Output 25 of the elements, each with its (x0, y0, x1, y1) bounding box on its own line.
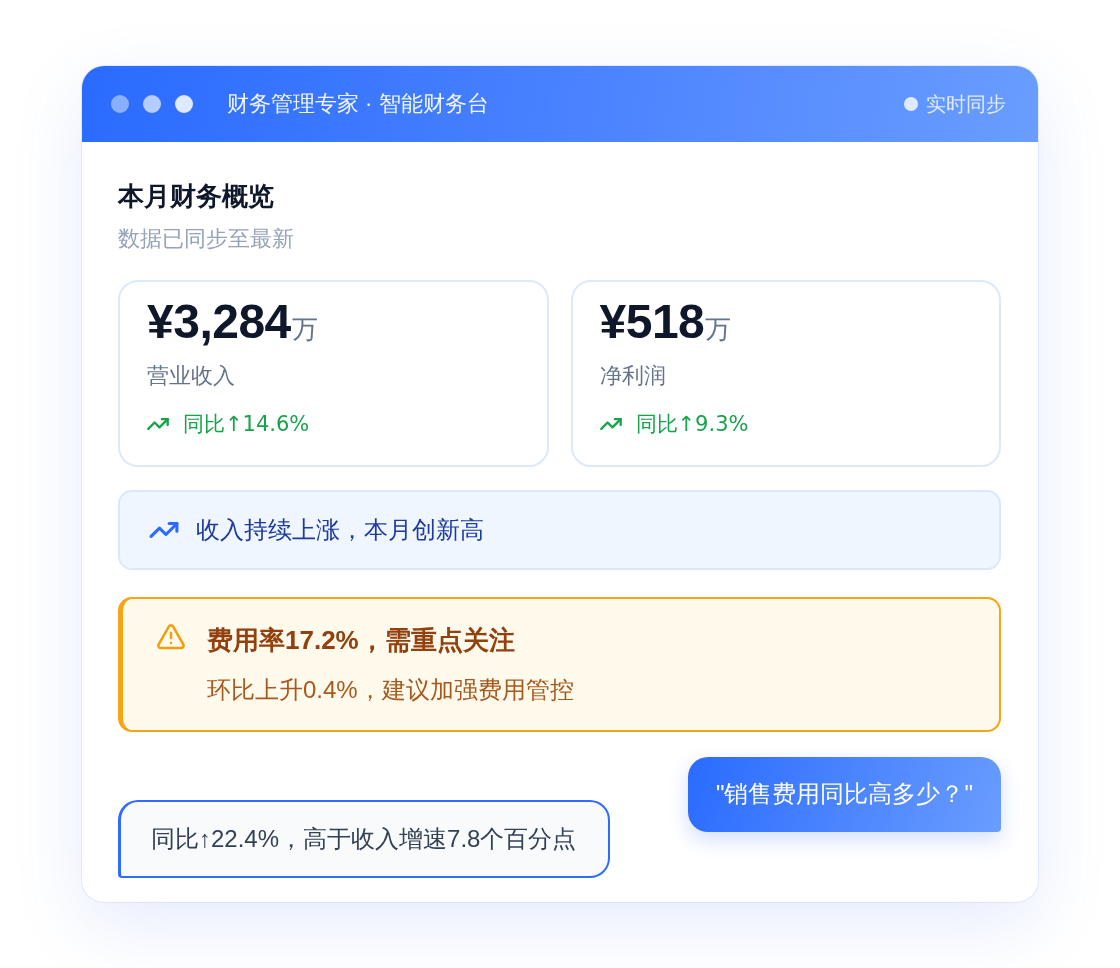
window-dot-icon (175, 95, 193, 113)
sync-status-label: 实时同步 (926, 92, 1006, 117)
trend-up-icon (149, 522, 179, 538)
metric-unit: 万 (291, 313, 318, 345)
trend-up-icon (599, 418, 622, 430)
metric-label: 净利润 (599, 362, 666, 390)
metric-label: 营业收入 (147, 362, 235, 390)
insight-text: 收入持续上涨，本月创新高 (196, 515, 484, 545)
user-message: "销售费用同比高多少？" (687, 757, 1001, 832)
window-dot-icon (143, 95, 161, 113)
alert-title: 费用率17.2%，需重点关注 (207, 624, 515, 657)
sync-status-icon (904, 97, 918, 111)
window-dot-icon (111, 95, 129, 113)
trend-up-icon (147, 418, 169, 430)
metric-value: ¥3,284 (147, 294, 291, 350)
section-title: 本月财务概览 (118, 180, 275, 213)
section-subtitle: 数据已同步至最新 (118, 225, 295, 253)
metric-change: 同比↑9.3% (635, 411, 749, 438)
reply-message: 同比↑22.4%，高于收入增速7.8个百分点 (118, 800, 611, 878)
metric-unit: 万 (705, 313, 732, 345)
alert-message: 环比上升0.4%，建议加强费用管控 (207, 675, 574, 705)
metric-value: ¥518 (599, 294, 705, 350)
metric-change: 同比↑14.6% (183, 411, 310, 438)
warning-icon (157, 624, 185, 650)
window-title: 财务管理专家 · 智能财务台 (227, 90, 489, 118)
